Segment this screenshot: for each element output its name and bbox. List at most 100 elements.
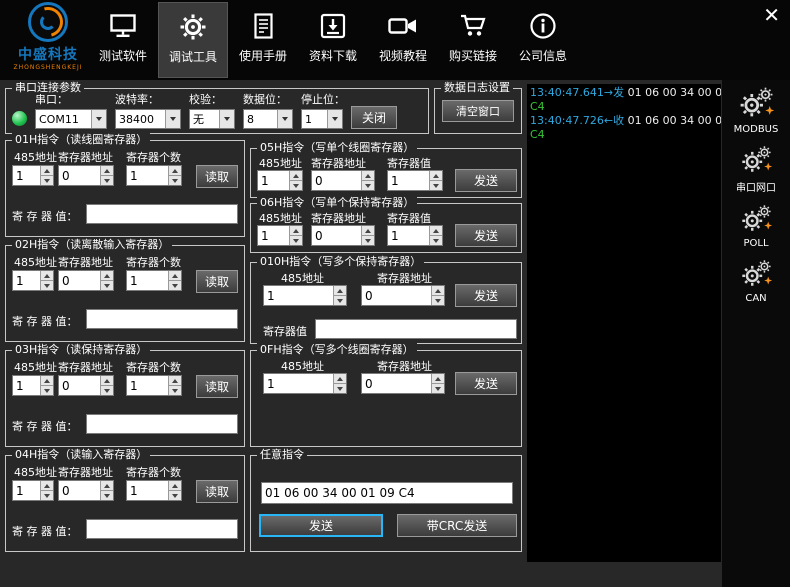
spinner-up-icon[interactable] (432, 374, 444, 384)
data-log-output[interactable]: 13:40:47.641→发 01 06 00 34 00 01 09 C4 1… (527, 84, 721, 562)
spinner-up-icon[interactable] (362, 171, 374, 181)
register-address-input[interactable] (362, 374, 431, 393)
read-button[interactable]: 读取 (196, 480, 238, 503)
register-count-spinner[interactable] (126, 270, 182, 291)
toolbar-item-downloads[interactable]: 资料下载 (298, 2, 368, 78)
spinner-down-icon[interactable] (290, 181, 302, 190)
send-button[interactable]: 发送 (455, 224, 517, 247)
spinner-up-icon[interactable] (334, 374, 346, 384)
addr-485-spinner[interactable] (263, 285, 347, 306)
spinner-up-icon[interactable] (432, 286, 444, 296)
register-address-spinner[interactable] (361, 285, 445, 306)
toolbar-item-user-manual[interactable]: 使用手册 (228, 2, 298, 78)
spinner-down-icon[interactable] (169, 281, 181, 290)
addr-485-input[interactable] (264, 374, 333, 393)
spinner-up-icon[interactable] (169, 481, 181, 491)
sidebar-item-serial-ethernet[interactable]: 串口网口 (736, 144, 776, 194)
register-count-spinner[interactable] (126, 480, 182, 501)
spinner-up-icon[interactable] (101, 481, 113, 491)
spinner-up-icon[interactable] (169, 271, 181, 281)
spinner-up-icon[interactable] (362, 226, 374, 236)
spinner-up-icon[interactable] (169, 166, 181, 176)
register-value-input[interactable] (86, 519, 238, 539)
sidebar-item-can[interactable]: CAN (739, 258, 773, 304)
send-button[interactable]: 发送 (455, 372, 517, 395)
register-address-input[interactable] (59, 166, 100, 185)
addr-485-input[interactable] (258, 171, 289, 190)
read-button[interactable]: 读取 (196, 375, 238, 398)
spinner-down-icon[interactable] (169, 386, 181, 395)
addr-485-input[interactable] (258, 226, 289, 245)
spinner-down-icon[interactable] (101, 281, 113, 290)
addr-485-input[interactable] (13, 481, 40, 500)
register-address-input[interactable] (59, 481, 100, 500)
spinner-up-icon[interactable] (290, 171, 302, 181)
register-address-spinner[interactable] (311, 170, 375, 191)
spinner-down-icon[interactable] (41, 176, 53, 185)
register-address-spinner[interactable] (361, 373, 445, 394)
spinner-down-icon[interactable] (430, 181, 442, 190)
register-address-input[interactable] (312, 226, 361, 245)
addr-485-input[interactable] (13, 376, 40, 395)
sidebar-item-poll[interactable]: POLL (739, 203, 773, 249)
spinner-up-icon[interactable] (41, 166, 53, 176)
register-value-spinner[interactable] (387, 225, 443, 246)
sidebar-item-modbus[interactable]: MODBUS (734, 85, 779, 135)
toolbar-item-debug-tools[interactable]: 调试工具 (158, 2, 228, 78)
baudrate-select[interactable]: 38400 (115, 109, 181, 129)
send-button[interactable]: 发送 (455, 284, 517, 307)
spinner-down-icon[interactable] (334, 296, 346, 305)
addr-485-spinner[interactable] (12, 165, 54, 186)
spinner-up-icon[interactable] (430, 171, 442, 181)
spinner-down-icon[interactable] (362, 236, 374, 245)
addr-485-spinner[interactable] (263, 373, 347, 394)
toolbar-item-purchase-link[interactable]: 购买链接 (438, 2, 508, 78)
spinner-down-icon[interactable] (101, 176, 113, 185)
register-address-spinner[interactable] (58, 165, 114, 186)
toolbar-item-video-tutorial[interactable]: 视频教程 (368, 2, 438, 78)
read-button[interactable]: 读取 (196, 165, 238, 188)
spinner-down-icon[interactable] (432, 384, 444, 393)
register-count-spinner[interactable] (126, 165, 182, 186)
addr-485-input[interactable] (264, 286, 333, 305)
register-address-input[interactable] (312, 171, 361, 190)
clear-log-button[interactable]: 清空窗口 (442, 100, 514, 122)
spinner-up-icon[interactable] (290, 226, 302, 236)
close-button[interactable]: ✕ (763, 4, 780, 26)
spinner-down-icon[interactable] (169, 491, 181, 500)
close-port-button[interactable]: 关闭 (351, 106, 397, 129)
spinner-down-icon[interactable] (432, 296, 444, 305)
addr-485-spinner[interactable] (12, 480, 54, 501)
register-count-input[interactable] (127, 271, 168, 290)
register-value-input[interactable] (315, 319, 517, 339)
addr-485-input[interactable] (13, 166, 40, 185)
spinner-down-icon[interactable] (101, 386, 113, 395)
read-button[interactable]: 读取 (196, 270, 238, 293)
port-select[interactable]: COM11 (35, 109, 107, 129)
send-with-crc-button[interactable]: 带CRC发送 (397, 514, 517, 537)
register-address-spinner[interactable] (58, 480, 114, 501)
parity-select[interactable]: 无 (189, 109, 235, 129)
spinner-up-icon[interactable] (334, 286, 346, 296)
spinner-up-icon[interactable] (101, 376, 113, 386)
register-count-input[interactable] (127, 481, 168, 500)
register-address-input[interactable] (59, 271, 100, 290)
register-value-input[interactable] (388, 171, 429, 190)
register-count-input[interactable] (127, 166, 168, 185)
register-count-spinner[interactable] (126, 375, 182, 396)
spinner-up-icon[interactable] (41, 271, 53, 281)
custom-command-input[interactable] (261, 482, 513, 504)
spinner-down-icon[interactable] (430, 236, 442, 245)
register-address-spinner[interactable] (58, 270, 114, 291)
spinner-down-icon[interactable] (362, 181, 374, 190)
addr-485-spinner[interactable] (12, 375, 54, 396)
spinner-down-icon[interactable] (101, 491, 113, 500)
spinner-down-icon[interactable] (41, 491, 53, 500)
register-value-input[interactable] (86, 204, 238, 224)
toolbar-item-test-software[interactable]: 测试软件 (88, 2, 158, 78)
register-address-spinner[interactable] (58, 375, 114, 396)
addr-485-input[interactable] (13, 271, 40, 290)
spinner-up-icon[interactable] (101, 271, 113, 281)
send-button[interactable]: 发送 (259, 514, 383, 537)
spinner-down-icon[interactable] (41, 386, 53, 395)
